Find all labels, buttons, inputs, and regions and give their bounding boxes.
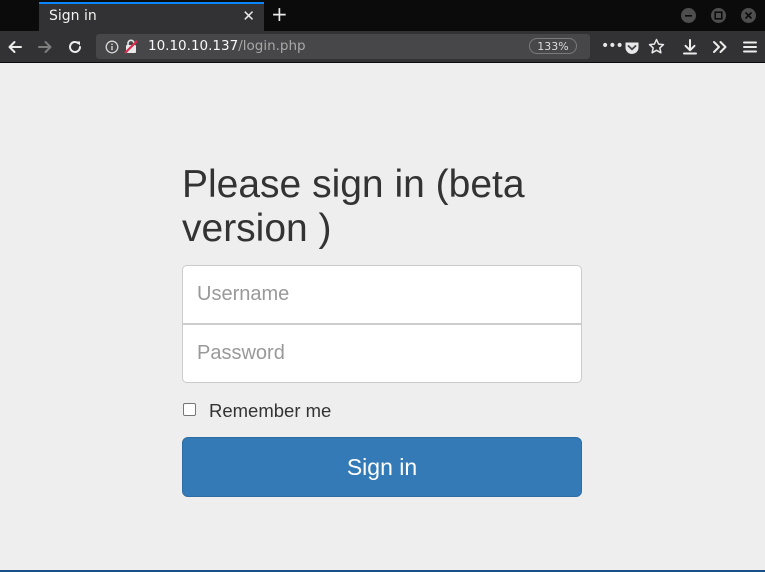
plus-icon[interactable]: + [271, 3, 288, 25]
tab-strip: Sign in ✕ + [0, 0, 765, 31]
insecure-lock-icon[interactable] [124, 39, 138, 58]
remember-me-row: Remember me [182, 400, 582, 422]
more-actions-icon[interactable]: ••• [601, 38, 624, 54]
hamburger-menu-icon[interactable] [741, 38, 759, 56]
navigation-toolbar: 10.10.10.137/login.php 133% ••• [0, 31, 765, 63]
login-form: Please sign in (beta version ) Remember … [182, 163, 582, 497]
reload-icon[interactable] [66, 38, 84, 56]
close-window-button[interactable] [741, 8, 756, 23]
forward-arrow-icon[interactable] [36, 38, 54, 56]
remember-me-checkbox[interactable] [183, 403, 196, 416]
username-input[interactable] [182, 265, 582, 324]
zoom-reset-button[interactable]: 133% [529, 38, 577, 54]
download-icon[interactable] [681, 38, 699, 56]
back-arrow-icon[interactable] [6, 38, 24, 56]
pocket-icon[interactable] [624, 40, 640, 59]
page-content: Please sign in (beta version ) Remember … [0, 63, 765, 572]
close-icon[interactable]: ✕ [242, 7, 255, 25]
overflow-chevrons-icon[interactable] [711, 38, 729, 56]
url-path: /login.php [238, 38, 306, 54]
maximize-window-button[interactable] [711, 8, 726, 23]
page-title: Please sign in (beta version ) [182, 163, 525, 250]
url-host: 10.10.10.137 [148, 38, 239, 54]
remember-me-label[interactable]: Remember me [209, 400, 331, 422]
url-text: 10.10.10.137/login.php [148, 38, 306, 54]
info-icon[interactable] [105, 39, 119, 58]
password-input[interactable] [182, 324, 582, 383]
tab-title: Sign in [49, 8, 97, 24]
minimize-window-button[interactable] [681, 8, 696, 23]
address-bar[interactable]: 10.10.10.137/login.php 133% ••• [96, 34, 665, 59]
browser-tab-active[interactable]: Sign in ✕ [39, 2, 264, 31]
star-icon[interactable] [648, 38, 665, 59]
sign-in-button[interactable]: Sign in [182, 437, 582, 497]
